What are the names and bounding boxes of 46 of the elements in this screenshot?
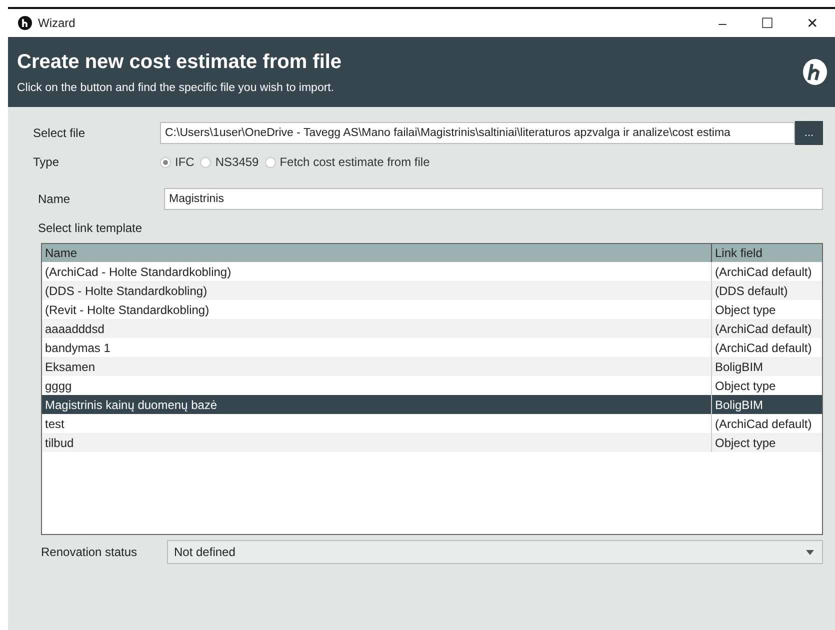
app-logo-icon <box>18 16 32 30</box>
radio-label: Fetch cost estimate from file <box>280 155 430 169</box>
table-cell: Magistrinis kainų duomenų bazė <box>42 395 712 414</box>
radio-label: IFC <box>175 155 194 169</box>
table-cell: BoligBIM <box>712 357 822 376</box>
column-header[interactable]: Name <box>42 244 712 262</box>
radio-button[interactable] <box>200 156 212 168</box>
header-title: Create new cost estimate from file <box>17 50 343 74</box>
radio-button[interactable] <box>160 156 171 168</box>
radio-label: NS3459 <box>215 155 259 169</box>
table-row[interactable]: Eksamen BoligBIM <box>42 357 822 376</box>
table-cell: Eksamen <box>42 357 712 376</box>
table-cell: Object type <box>712 433 822 452</box>
minimize-button[interactable]: – <box>700 14 745 32</box>
table-cell: (DDS - Holte Standardkobling) <box>42 281 712 300</box>
radio-button[interactable] <box>264 156 276 168</box>
table-row[interactable]: (DDS - Holte Standardkobling) (DDS default) <box>42 281 822 300</box>
table-row[interactable]: aaaadddsd (ArchiCad default) <box>42 319 822 338</box>
name-field[interactable]: Magistrinis <box>164 188 823 210</box>
table-row[interactable]: tilbud Object type <box>42 433 822 452</box>
table-cell: (ArchiCad default) <box>712 338 822 357</box>
table-cell: aaaadddsd <box>42 319 712 338</box>
section-label: Select link template <box>38 221 142 235</box>
table-cell: tilbud <box>42 433 712 452</box>
renovation-dropdown[interactable]: Not defined <box>167 540 823 564</box>
file-path-field[interactable]: C:\Users\1user\OneDrive - Tavegg AS\Mano failai\Magistrinis\saltiniai\literaturos apzvalga ir analize\cost estima <box>160 122 795 144</box>
table-row[interactable]: Magistrinis kainų duomenų bazė BoligBIM <box>42 395 822 414</box>
field-label: Name <box>38 192 72 206</box>
table-cell: BoligBIM <box>712 395 822 414</box>
caret-icon <box>806 550 814 554</box>
close-button[interactable]: ✕ <box>790 14 835 32</box>
table-cell: (ArchiCad default) <box>712 414 822 433</box>
maximize-button[interactable]: ☐ <box>745 14 790 32</box>
table-cell: Object type <box>712 376 822 395</box>
field-label: Select file <box>33 126 86 140</box>
logo-icon <box>803 59 827 85</box>
column-header[interactable]: Link field <box>712 244 822 262</box>
browse-button[interactable]: ... <box>795 121 823 145</box>
header-subtitle: Click on the button and find the specific file you wish to import. <box>17 82 336 94</box>
table-cell: (DDS default) <box>712 281 822 300</box>
table-cell: Object type <box>712 300 822 319</box>
table-cell: (ArchiCad default) <box>712 319 822 338</box>
window-title: Wizard <box>38 16 76 30</box>
field-label: Type <box>33 155 60 169</box>
table-cell: (ArchiCad default) <box>712 262 822 281</box>
field-label: Renovation status <box>41 545 138 559</box>
